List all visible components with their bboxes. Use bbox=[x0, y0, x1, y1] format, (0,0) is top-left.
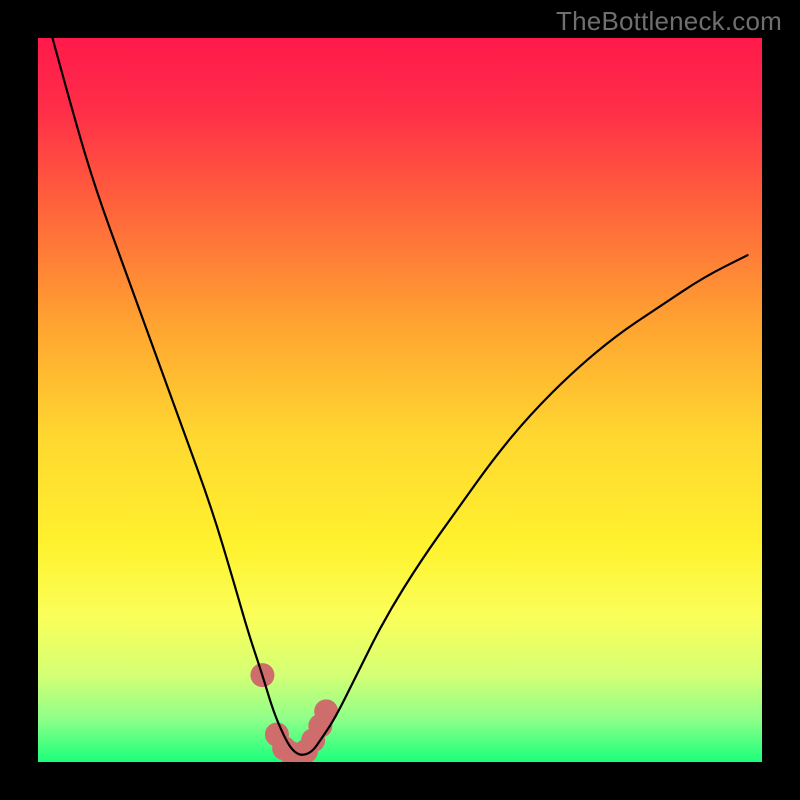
plot-background bbox=[38, 38, 762, 762]
bottleneck-chart bbox=[38, 38, 762, 762]
watermark-text: TheBottleneck.com bbox=[556, 6, 782, 37]
chart-frame: TheBottleneck.com bbox=[0, 0, 800, 800]
